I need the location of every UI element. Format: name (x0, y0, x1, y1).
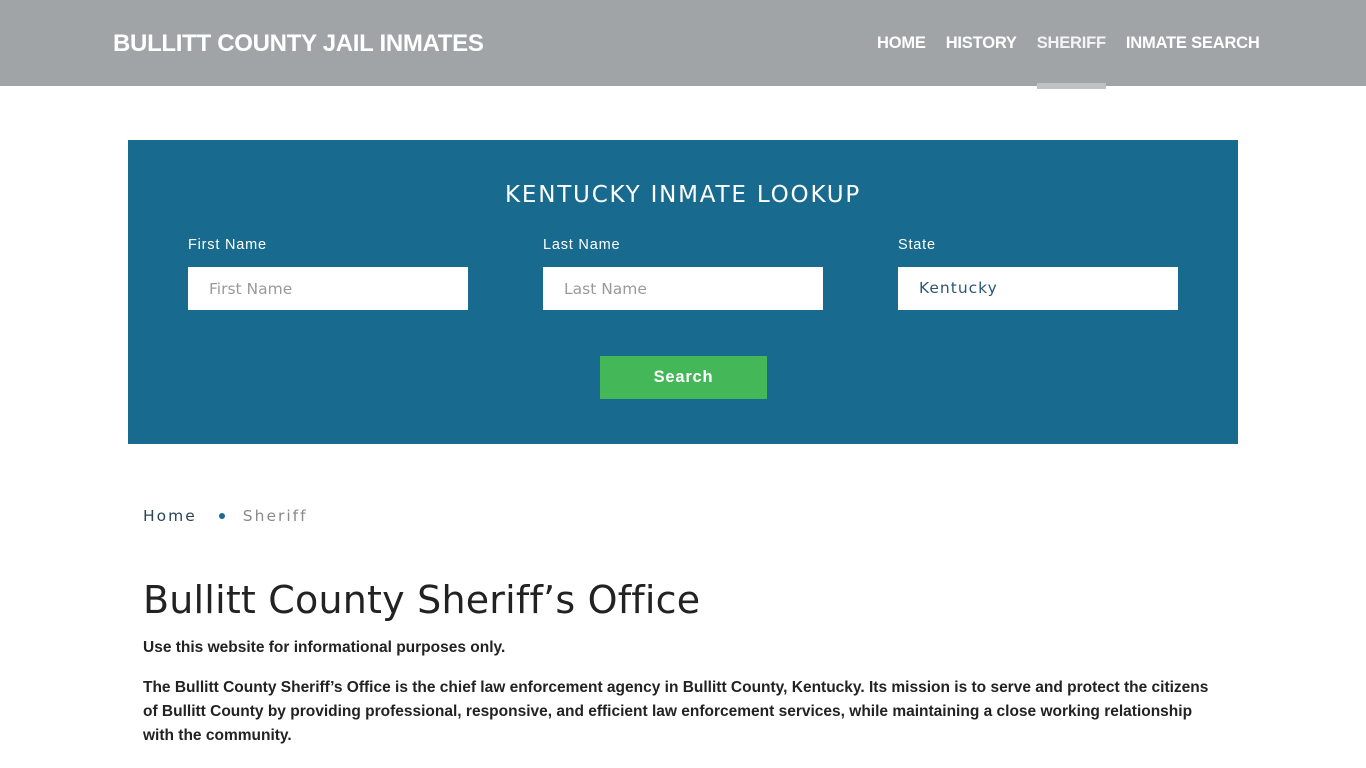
state-label: State (898, 237, 936, 253)
nav-home[interactable]: HOME (877, 33, 926, 53)
last-name-label: Last Name (543, 237, 621, 253)
breadcrumb-separator-icon (218, 513, 225, 519)
first-name-group: First Name (188, 237, 468, 310)
nav-history[interactable]: HISTORY (946, 33, 1017, 53)
nav-inmate-search[interactable]: INMATE SEARCH (1126, 33, 1260, 53)
breadcrumb-current: Sheriff (242, 507, 308, 525)
site-brand-link[interactable]: BULLITT COUNTY JAIL INMATES (113, 30, 484, 58)
breadcrumb-home[interactable]: Home (143, 507, 197, 525)
first-name-label: First Name (188, 237, 267, 253)
first-name-input[interactable] (188, 267, 468, 310)
site-header: BULLITT COUNTY JAIL INMATES HOME HISTORY… (0, 0, 1366, 89)
lookup-title: KENTUCKY INMATE LOOKUP (504, 182, 862, 208)
intro-paragraph: The Bullitt County Sheriff’s Office is t… (143, 679, 1209, 744)
breadcrumb: Home Sheriff (143, 507, 308, 525)
last-name-group: Last Name (543, 237, 823, 310)
last-name-input[interactable] (543, 267, 823, 310)
inmate-lookup-panel: KENTUCKY INMATE LOOKUP First Name Last N… (128, 140, 1238, 444)
disclaimer-text: Use this website for informational purpo… (143, 639, 506, 656)
nav-sheriff[interactable]: SHERIFF (1036, 33, 1106, 89)
page-content: Use this website for informational purpo… (143, 636, 1223, 764)
state-group: State Kentucky (898, 237, 1178, 310)
search-button[interactable]: Search (600, 356, 767, 399)
page-title: Bullitt County Sheriff’s Office (143, 578, 701, 622)
state-select[interactable]: Kentucky (898, 267, 1178, 310)
main-nav: HOME HISTORY SHERIFF INMATE SEARCH (877, 33, 1280, 89)
